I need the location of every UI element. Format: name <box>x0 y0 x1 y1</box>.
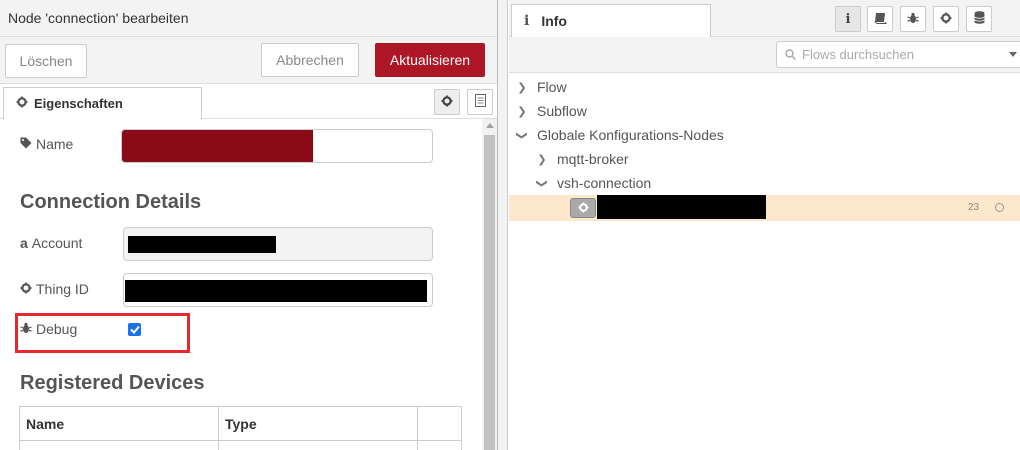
thing-id-label: Thing ID <box>20 281 89 297</box>
tree-item-flow[interactable]: ❯ Flow <box>509 75 1020 99</box>
bug-icon <box>20 321 32 337</box>
chevron-down-icon[interactable] <box>1009 52 1017 57</box>
debug-checkbox[interactable] <box>128 323 141 336</box>
properties-form: Name Connection Details a Account Thing … <box>0 119 482 450</box>
update-button[interactable]: Aktualisieren <box>375 43 485 77</box>
tray-toolbar: Löschen Abbrechen Aktualisieren <box>0 37 497 84</box>
tag-icon <box>20 136 32 152</box>
info-icon: i <box>524 13 530 29</box>
tree-item-mqtt-broker[interactable]: ❯ mqtt-broker <box>509 147 1020 171</box>
debug-label: Debug <box>20 321 77 337</box>
gear-icon <box>577 200 589 216</box>
tab-properties[interactable]: Eigenschaften <box>3 87 202 120</box>
config-node-badge <box>570 198 596 218</box>
info-sidebar: i Info i Flows durchsuchen ❯ Flow ❯ Subf… <box>509 0 1020 450</box>
name-input[interactable] <box>121 129 433 163</box>
registered-devices-heading: Registered Devices <box>20 372 205 394</box>
redacted-value <box>597 195 766 219</box>
search-input[interactable]: Flows durchsuchen <box>776 41 1020 68</box>
search-placeholder: Flows durchsuchen <box>802 47 914 62</box>
tray-tabs: Eigenschaften <box>0 84 497 120</box>
gear-icon <box>16 96 28 119</box>
tree-item-global-config[interactable]: ❯ Globale Konfigurations-Nodes <box>509 123 1020 147</box>
bug-icon <box>907 11 919 27</box>
column-header-type: Type <box>218 406 418 441</box>
cancel-button[interactable]: Abbrechen <box>261 43 359 77</box>
tree-item-connection-node[interactable]: 23 <box>509 195 1020 221</box>
chevron-down-icon: ❯ <box>535 178 548 188</box>
tray-header: Node 'connection' bearbeiten <box>0 0 497 37</box>
gear-icon <box>940 11 952 27</box>
redacted-value <box>125 280 427 302</box>
document-icon <box>474 94 486 110</box>
tray-title: Node 'connection' bearbeiten <box>8 10 189 26</box>
sidebar-resize-handle[interactable] <box>498 0 508 450</box>
tree-item-subflow[interactable]: ❯ Subflow <box>509 99 1020 123</box>
form-scrollbar[interactable] <box>482 119 497 450</box>
chevron-right-icon: ❯ <box>537 153 547 166</box>
name-label: Name <box>20 136 73 152</box>
search-bar: Flows durchsuchen <box>509 37 1020 73</box>
tab-info-label: Info <box>541 13 567 29</box>
amazon-icon: a <box>20 235 28 251</box>
connection-details-heading: Connection Details <box>20 191 202 213</box>
account-input[interactable] <box>123 227 433 261</box>
devices-table: Name Type <box>19 406 462 450</box>
usage-count: 23 <box>968 202 980 213</box>
database-icon <box>973 11 985 27</box>
sidebar-context-button[interactable] <box>966 6 992 32</box>
redacted-value <box>128 236 276 253</box>
node-description-button[interactable] <box>467 89 493 115</box>
sidebar-debug-button[interactable] <box>900 6 926 32</box>
tree-item-vsh-connection[interactable]: ❯ vsh-connection <box>509 171 1020 195</box>
column-header-actions <box>417 406 462 441</box>
gear-icon <box>441 94 453 110</box>
search-icon <box>785 47 797 63</box>
node-settings-button[interactable] <box>434 89 460 115</box>
sidebar-tabs: i Info i <box>509 0 1020 38</box>
tab-properties-label: Eigenschaften <box>34 96 123 111</box>
chevron-right-icon: ❯ <box>517 81 527 94</box>
table-row <box>19 440 462 450</box>
chevron-down-icon: ❯ <box>515 130 528 140</box>
delete-button[interactable]: Löschen <box>5 44 87 78</box>
info-icon: i <box>845 11 851 27</box>
redacted-value <box>122 130 313 162</box>
status-circle-icon <box>995 203 1004 212</box>
sidebar-help-button[interactable] <box>867 6 893 32</box>
scroll-thumb[interactable] <box>484 135 495 450</box>
column-header-name: Name <box>19 406 219 441</box>
tab-info[interactable]: i Info <box>511 4 711 38</box>
thing-id-input[interactable] <box>123 273 433 307</box>
account-label: a Account <box>20 235 83 251</box>
book-icon <box>874 11 887 27</box>
chevron-right-icon: ❯ <box>517 105 527 118</box>
sidebar-info-button[interactable]: i <box>835 6 861 32</box>
sidebar-config-button[interactable] <box>933 6 959 32</box>
edit-tray: Node 'connection' bearbeiten Löschen Abb… <box>0 0 498 450</box>
scroll-up-icon[interactable] <box>486 123 494 128</box>
gear-icon <box>20 281 32 297</box>
